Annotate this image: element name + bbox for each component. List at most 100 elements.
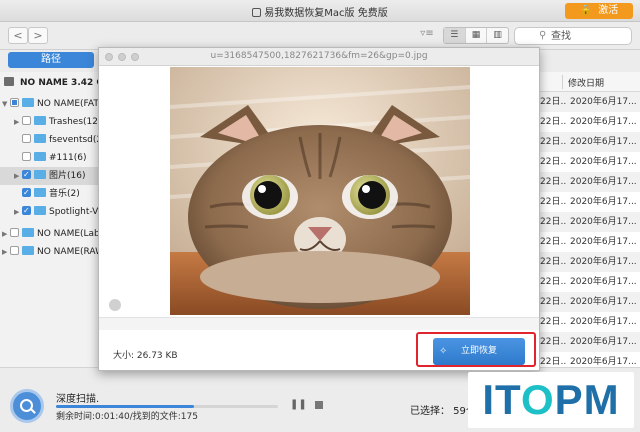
cell-modified-date: 2020年6月17... [570, 117, 637, 127]
cell-date-short: 22日... [540, 177, 566, 187]
folder-icon [34, 188, 46, 197]
table-row[interactable]: 22日... 2020年6月17... [540, 292, 640, 312]
table-row[interactable]: 22日... 2020年6月17... [540, 192, 640, 212]
table-row[interactable]: 22日... 2020年6月17... [540, 112, 640, 132]
checkbox[interactable] [10, 228, 19, 237]
tree-item-label: NO NAME(Labe [37, 229, 106, 239]
table-row[interactable]: 22日... 2020年6月17... [540, 132, 640, 152]
tree-item-label: #111(6) [49, 153, 87, 163]
search-box[interactable]: ⚲ [514, 27, 632, 45]
table-row[interactable]: 22日... 2020年6月17... [540, 252, 640, 272]
preview-title-bar: u=3168547500,1827621736&fm=26&gp=0.jpg [99, 48, 539, 66]
tab-path[interactable]: 路径 [8, 52, 94, 68]
table-row[interactable]: 22日... 2020年6月17... [540, 312, 640, 332]
cell-modified-date: 2020年6月17... [570, 277, 637, 287]
column-view-icon[interactable]: ▥ [487, 28, 508, 43]
checkbox[interactable] [22, 202, 31, 220]
cell-modified-date: 2020年6月17... [570, 357, 637, 367]
cell-date-short: 22日... [540, 257, 566, 267]
tree-item[interactable]: ▶ NO NAME(Labe [2, 225, 105, 243]
search-icon: ⚲ [539, 30, 547, 41]
watermark-logo: ITOPM [468, 372, 634, 428]
toolbar: < > ▿≡ ☰ ▦ ▥ ⚲ [0, 22, 640, 50]
table-row[interactable]: 22日... 2020年6月17... [540, 212, 640, 232]
tree-item-label: Trashes(12) [49, 117, 102, 127]
cell-date-short: 22日... [540, 297, 566, 307]
checkbox[interactable] [22, 134, 31, 143]
cell-modified-date: 2020年6月17... [570, 237, 637, 247]
app-title-text: 易我数据恢复Mac版 免费版 [264, 8, 388, 19]
scan-progress-fill [56, 405, 194, 408]
cell-date-short: 22日... [540, 157, 566, 167]
cell-modified-date: 2020年6月17... [570, 257, 637, 267]
stop-button[interactable] [315, 401, 323, 409]
chevron-right-icon[interactable]: ▶ [2, 225, 10, 243]
cell-modified-date: 2020年6月17... [570, 97, 637, 107]
cell-modified-date: 2020年6月17... [570, 297, 637, 307]
scan-progress-bar [56, 405, 278, 408]
checkbox[interactable] [10, 246, 19, 255]
tree-item[interactable]: ▼ NO NAME(FAT/ [2, 95, 102, 113]
cat-photo [170, 67, 470, 315]
tree-item[interactable]: fseventsd(2) [14, 131, 106, 149]
checkbox[interactable] [22, 152, 31, 161]
list-view-icon[interactable]: ☰ [444, 28, 466, 43]
chevron-down-icon[interactable]: ▼ [2, 95, 10, 113]
app-title: 易我数据恢复Mac版 免费版 [0, 4, 640, 19]
grid-view-icon[interactable]: ▦ [466, 28, 488, 43]
tree-item-selected[interactable]: ▶ 图片(16) [0, 166, 100, 185]
table-row[interactable]: 22日... 2020年6月17... [540, 152, 640, 172]
preview-area [99, 67, 539, 316]
cell-date-short: 22日... [540, 337, 566, 347]
preview-file-name: u=3168547500,1827621736&fm=26&gp=0.jpg [210, 51, 428, 61]
checkbox[interactable] [22, 166, 31, 184]
cell-date-short: 22日... [540, 97, 566, 107]
tree-item[interactable]: #111(6) [14, 149, 86, 167]
folder-icon [22, 228, 34, 237]
folder-icon [34, 116, 46, 125]
table-row[interactable]: 22日... 2020年6月17... [540, 352, 640, 367]
folder-icon [34, 206, 46, 215]
search-input[interactable] [551, 29, 629, 43]
chevron-right-icon[interactable]: ▶ [14, 113, 22, 131]
table-row[interactable]: 22日... 2020年6月17... [540, 232, 640, 252]
back-button[interactable]: < [8, 27, 28, 44]
pause-button[interactable]: ❚❚ [290, 399, 307, 410]
file-size: 大小: 26.73 KB [113, 351, 178, 361]
checkbox[interactable] [22, 116, 31, 125]
table-row[interactable]: 22日... 2020年6月17... [540, 332, 640, 352]
column-header-modified-date[interactable]: 修改日期 [568, 76, 604, 89]
cell-date-short: 22日... [540, 357, 566, 367]
cell-date-short: 22日... [540, 217, 566, 227]
thumbnail-strip [99, 317, 539, 330]
cell-modified-date: 2020年6月17... [570, 137, 637, 147]
folder-icon [34, 134, 46, 143]
filter-icon[interactable]: ▿≡ [417, 28, 437, 44]
tree-item[interactable]: ▶ Spotlight-V1 [14, 202, 104, 221]
cell-modified-date: 2020年6月17... [570, 197, 637, 207]
cat-photo-image [170, 67, 470, 315]
chevron-right-icon[interactable]: ▶ [14, 203, 22, 221]
tree-item[interactable]: ▶ Trashes(12) [14, 113, 101, 131]
tree-root[interactable]: NO NAME 3.42 GB [4, 77, 111, 88]
table-row[interactable]: 22日... 2020年6月17... [540, 272, 640, 292]
cell-date-short: 22日... [540, 317, 566, 327]
forward-button[interactable]: > [28, 27, 48, 44]
tree-item[interactable]: ▶ NO NAME(RAW [2, 243, 104, 261]
checkbox[interactable] [10, 98, 19, 107]
table-row[interactable]: 22日... 2020年6月17... [540, 92, 640, 112]
activate-label: 激活 [598, 5, 619, 16]
cell-date-short: 22日... [540, 137, 566, 147]
tree-item-label: NO NAME(RAW [37, 247, 104, 257]
chevron-right-icon[interactable]: ▶ [14, 167, 22, 185]
tree-item[interactable]: 音乐(2) [14, 184, 80, 203]
preview-dialog: u=3168547500,1827621736&fm=26&gp=0.jpg 大… [98, 47, 540, 371]
table-row[interactable]: 22日... 2020年6月17... [540, 172, 640, 192]
cell-date-short: 22日... [540, 197, 566, 207]
folder-icon [22, 98, 34, 107]
cell-date-short: 22日... [540, 277, 566, 287]
folder-icon [22, 246, 34, 255]
activate-button[interactable]: 🔒 激活 [565, 3, 633, 19]
chevron-right-icon[interactable]: ▶ [2, 243, 10, 261]
checkbox[interactable] [22, 184, 31, 202]
